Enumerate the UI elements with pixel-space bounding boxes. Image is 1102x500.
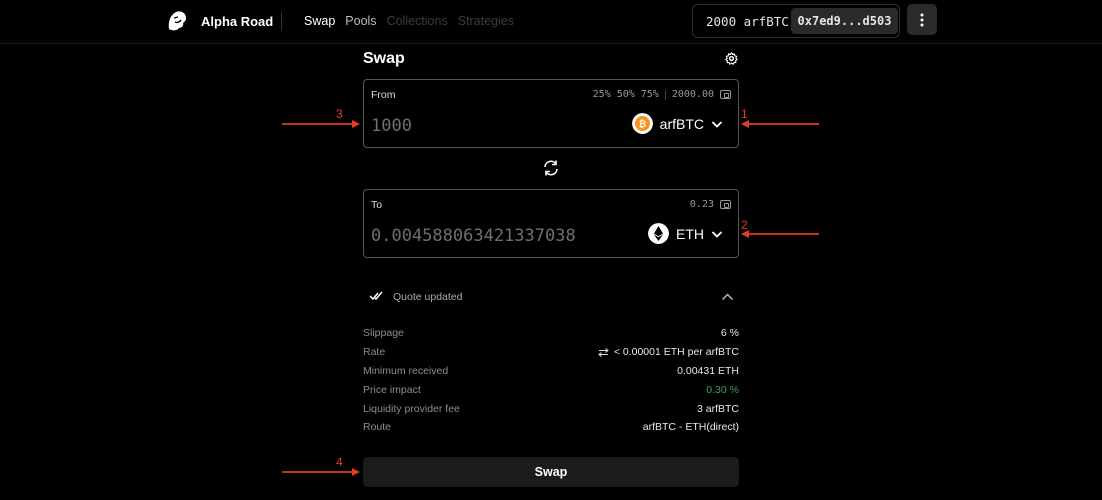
from-balance[interactable]: 2000.00 [672,89,714,100]
menu-button[interactable] [907,4,937,35]
detail-label: Minimum received [363,364,449,377]
annotation-number-2: 2 [741,218,748,232]
quote-status-row[interactable]: Quote updated [363,284,739,310]
annotation-arrow-1 [741,120,819,128]
chevron-up-icon[interactable] [721,291,734,303]
swap-button[interactable]: Swap [363,457,739,487]
percent-separator [664,89,666,100]
detail-row-rate: Rate < 0.00001 ETH per arfBTC [363,343,739,362]
svg-text:₿: ₿ [638,119,645,130]
detail-label: Price impact [363,383,421,396]
wallet-address[interactable]: 0x7ed9...d503 [791,8,898,34]
detail-value: 0.00431 ETH [677,364,739,377]
from-quick-amounts: 25% 50% 75% 2000.00 [593,89,731,100]
to-panel: To 0.23 0.004588063421337038 ETH [363,189,739,258]
wallet-balance: 2000 arfBTC [706,13,789,29]
from-token-selector[interactable]: ₿ arfBTC [631,113,723,134]
annotation-number-3: 3 [336,107,343,121]
detail-row-price-impact: Price impact 0.30 % [363,380,739,399]
to-token-selector[interactable]: ETH [648,223,723,244]
detail-label: Route [363,421,392,434]
detail-label: Slippage [363,327,404,340]
nav-strategies: Strategies [457,14,514,28]
brand-name[interactable]: Alpha Road [201,14,273,29]
detail-value: 3 arfBTC [696,402,739,415]
from-label: From [371,89,396,101]
swap-details: Slippage 6 % Rate < 0.00001 ETH per arfB… [363,324,739,437]
annotation-arrow-3 [282,120,360,128]
bitcoin-icon: ₿ [631,113,653,134]
ethereum-icon [648,223,669,244]
detail-label: Rate [363,346,386,359]
nav-swap[interactable]: Swap [304,14,335,28]
from-amount-input[interactable]: 1000 [371,116,412,136]
kebab-menu-icon [920,13,924,26]
alpha-road-logo-icon[interactable] [165,9,189,33]
detail-value: 6 % [720,327,739,340]
detail-label: Liquidity provider fee [363,402,460,415]
annotation-number-4: 4 [336,455,343,469]
main-nav: Swap Pools Collections Strategies [304,14,514,28]
percent-50-button[interactable]: 50% [617,89,635,100]
top-bar: Alpha Road Swap Pools Collections Strate… [0,0,1102,44]
to-token-name: ETH [676,225,704,242]
wallet-icon [720,90,731,99]
to-amount-input[interactable]: 0.004588063421337038 [371,226,576,246]
annotation-number-1: 1 [741,107,748,121]
gear-icon[interactable] [725,52,738,65]
rate-value-group[interactable]: < 0.00001 ETH per arfBTC [598,346,739,358]
to-balance: 0.23 [689,199,714,210]
detail-row-slippage: Slippage 6 % [363,324,739,343]
annotation-arrow-2 [741,230,819,238]
percent-25-button[interactable]: 25% [593,89,611,100]
swap-title: Swap [363,50,405,67]
detail-row-route: Route arfBTC - ETH(direct) [363,418,739,437]
percent-75-button[interactable]: 75% [641,89,659,100]
wallet-widget[interactable]: 2000 arfBTC 0x7ed9...d503 [692,4,900,38]
quote-status-text: Quote updated [393,291,463,303]
detail-value: < 0.00001 ETH per arfBTC [613,346,739,359]
from-token-name: arfBTC [659,115,704,132]
nav-pools[interactable]: Pools [345,14,376,28]
to-balance-group: 0.23 [690,199,731,210]
from-panel: From 25% 50% 75% 2000.00 1000 ₿ arfBTC [363,79,739,148]
wallet-icon [720,200,731,209]
annotation-arrow-4 [282,468,360,476]
nav-collections: Collections [386,14,448,28]
detail-row-liquidity-fee: Liquidity provider fee 3 arfBTC [363,399,739,418]
detail-value: arfBTC - ETH(direct) [642,421,739,434]
detail-row-minimum-received: Minimum received 0.00431 ETH [363,362,739,381]
invert-rate-icon[interactable] [598,347,609,357]
to-label: To [371,199,383,211]
double-check-icon [369,291,383,301]
swap-direction-icon[interactable] [542,159,560,177]
chevron-down-icon [711,230,723,238]
header-divider [281,12,282,31]
chevron-down-icon [711,120,723,128]
detail-value: 0.30 % [706,383,739,396]
